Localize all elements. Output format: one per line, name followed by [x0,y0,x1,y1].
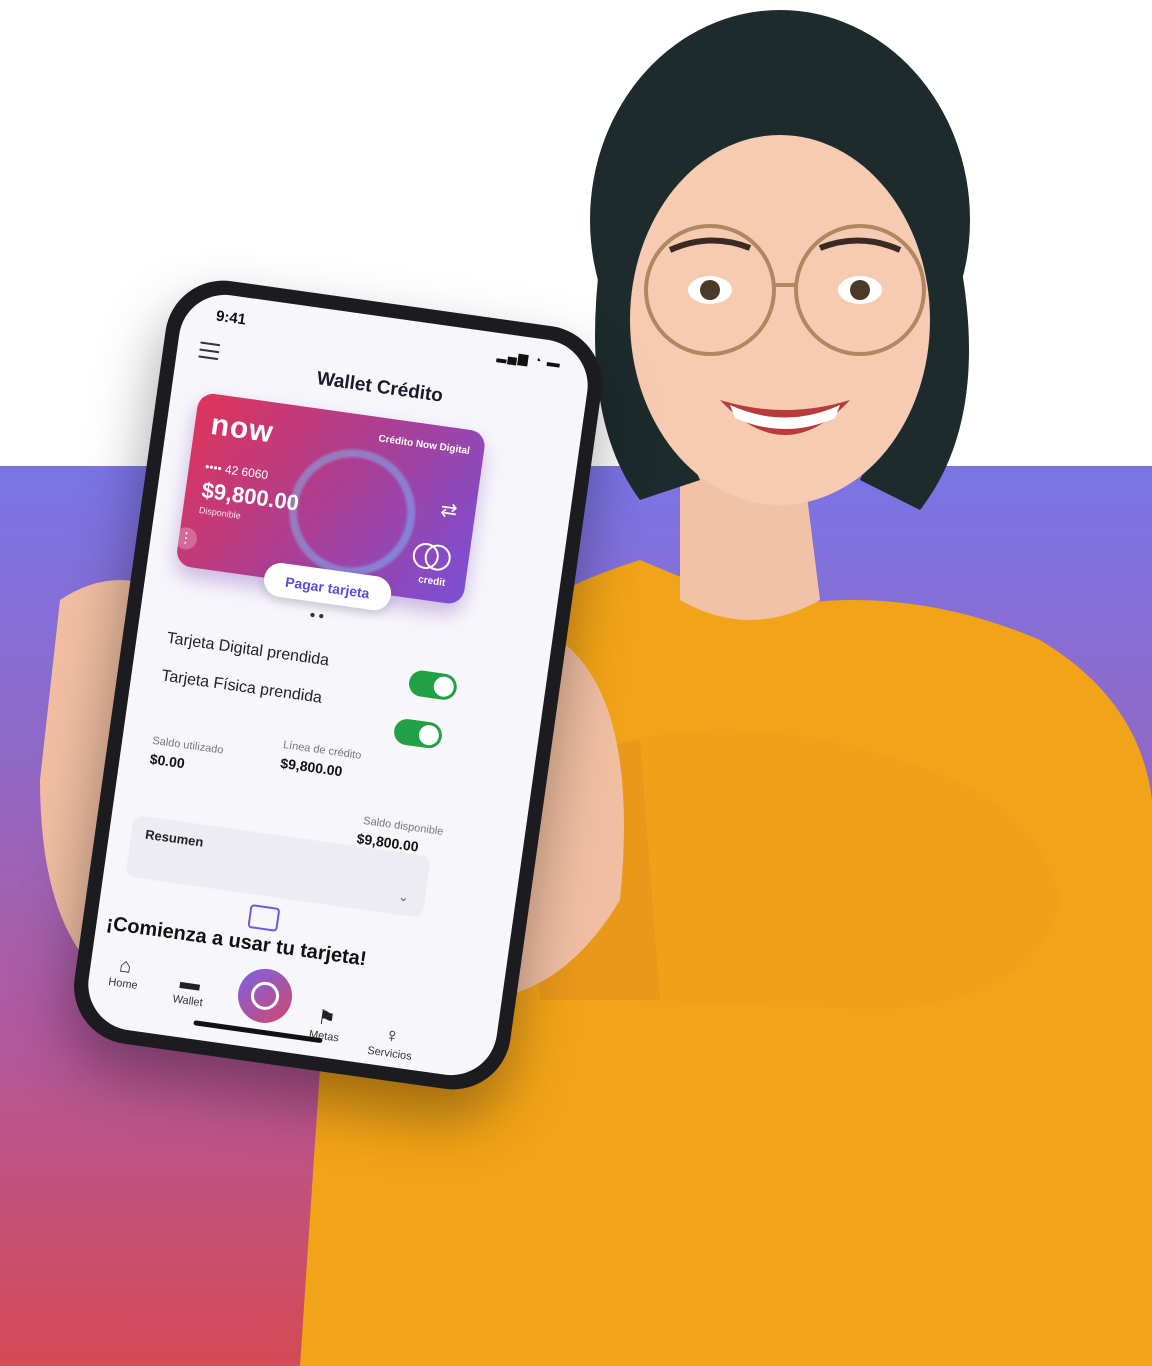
tab-wallet[interactable]: ▬ Wallet [172,970,207,1009]
tab-servicios[interactable]: ♀ Servicios [367,1022,416,1063]
card-network-icon [411,541,453,573]
face [630,135,930,505]
center-action-button[interactable] [234,965,296,1027]
status-time: 9:41 [214,307,248,329]
card-switch-icon[interactable]: ⇄ [439,497,459,524]
summary-label: Resumen [144,826,205,850]
card-options-icon[interactable]: ⋮ [175,525,199,551]
card-product-name: Crédito Now Digital [377,433,471,458]
status-icons: ▂▄▆ ◔ ▬ [496,347,562,371]
credit-line-value: $9,800.00 [279,754,344,780]
card-ring-decoration [281,441,424,584]
toggle-label-digital: Tarjeta Digital prendida [165,629,331,670]
used-balance-value: $0.00 [148,750,186,772]
toggle-digital-card[interactable] [407,668,459,702]
toggle-label-physical: Tarjeta Física prendida [160,667,324,707]
carousel-pager[interactable]: ● ● [309,609,325,622]
card-icon [247,903,281,932]
card-network-label: credit [417,574,446,589]
tab-home[interactable]: ⌂ Home [108,953,142,992]
brand-logo: now [208,407,276,450]
chevron-down-icon[interactable]: ⌄ [397,889,410,906]
